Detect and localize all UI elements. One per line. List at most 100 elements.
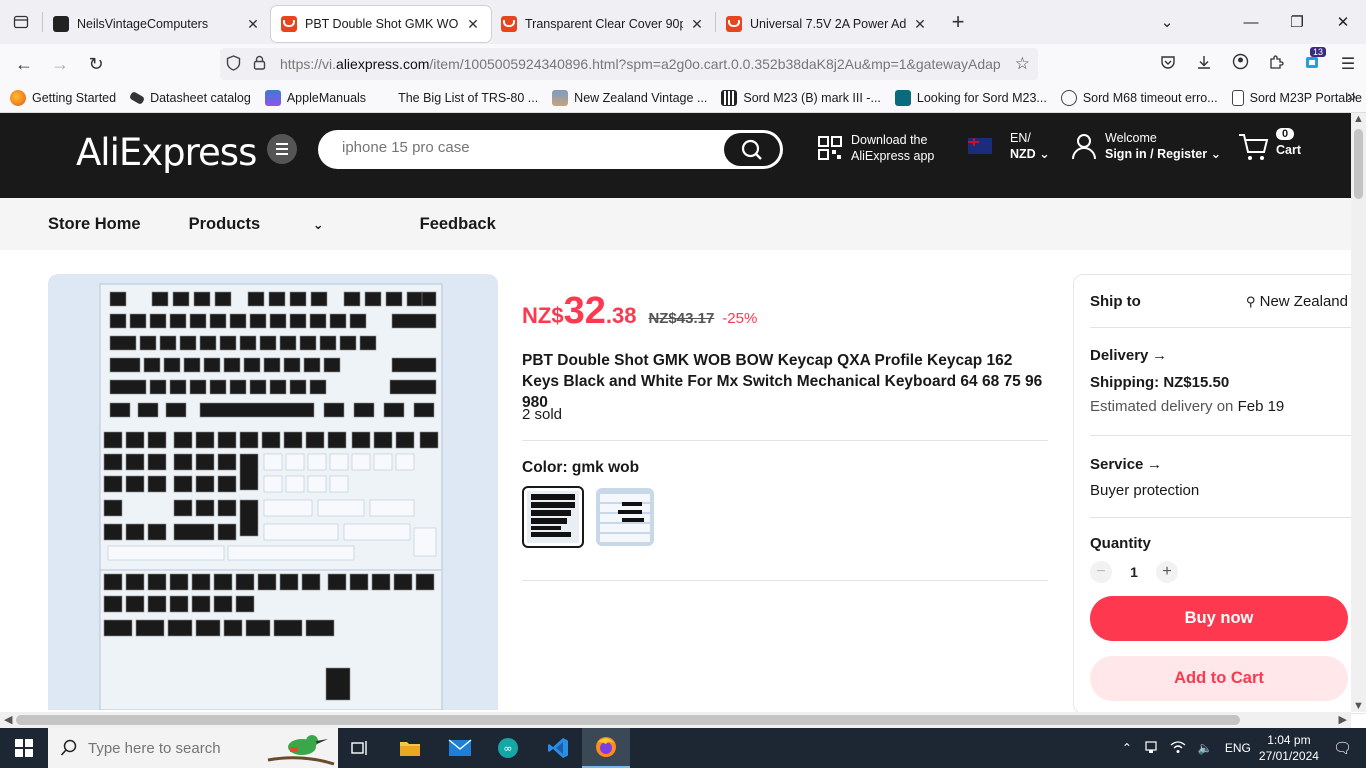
network-icon[interactable]	[1144, 740, 1158, 757]
color-swatch-gmk-wob[interactable]	[522, 486, 584, 548]
account-menu[interactable]: Welcome Sign in / Register ⌄	[1070, 130, 1221, 162]
arrow-right-icon: →	[1147, 456, 1163, 473]
minimize-icon[interactable]: —	[1228, 0, 1274, 44]
mail-icon[interactable]	[436, 728, 484, 768]
bookmark-sord-m23p[interactable]: Sord M23P Portable C...	[1231, 90, 1366, 106]
volume-icon[interactable]: 🔈	[1198, 741, 1213, 755]
bird-illustration-icon	[267, 735, 335, 766]
new-tab-icon[interactable]: +	[938, 9, 978, 35]
restore-icon[interactable]: ❐	[1274, 0, 1320, 44]
bookmarks-overflow-icon[interactable]: »	[1347, 88, 1356, 106]
scroll-right-icon[interactable]: ▶	[1339, 713, 1347, 726]
pocket-icon[interactable]	[1150, 54, 1186, 75]
firefox-taskbar-icon[interactable]	[582, 728, 630, 768]
search-box	[318, 130, 783, 169]
input-language[interactable]: ENG	[1225, 741, 1251, 755]
close-tab-icon[interactable]: ✕	[912, 16, 928, 33]
task-view-icon[interactable]	[336, 728, 384, 768]
download-app-link[interactable]: Download the AliExpress app	[818, 132, 934, 164]
bookmark-applemanuals[interactable]: AppleManuals	[264, 90, 366, 106]
scroll-down-icon[interactable]: ▼	[1353, 700, 1364, 712]
scroll-left-icon[interactable]: ◀	[4, 713, 12, 726]
hamburger-menu-icon[interactable]: ☰	[1330, 54, 1366, 74]
forward-arrow-icon[interactable]: →	[42, 48, 78, 80]
feedback-link[interactable]: Feedback	[420, 215, 496, 234]
windows-start-icon[interactable]	[0, 728, 48, 768]
product-image[interactable]	[48, 274, 498, 710]
arduino-icon[interactable]: ∞	[484, 728, 532, 768]
bookmark-looking-for-sord[interactable]: Looking for Sord M23...	[894, 90, 1047, 106]
notification-icon[interactable]: 🗨	[1333, 739, 1352, 757]
back-arrow-icon[interactable]: ←	[6, 48, 42, 80]
bookmark-star-icon[interactable]: ☆	[1015, 54, 1030, 74]
wifi-icon[interactable]	[1170, 740, 1186, 757]
clock-time: 1:04 pm	[1267, 733, 1311, 747]
account-icon[interactable]	[1222, 53, 1258, 75]
horizontal-scrollbar[interactable]: ◀ ▶	[0, 712, 1351, 728]
minus-icon[interactable]: −	[1090, 561, 1112, 583]
vertical-scrollbar[interactable]: ▲ ▼	[1351, 113, 1366, 712]
signin-link[interactable]: Sign in / Register	[1105, 147, 1207, 161]
url-text[interactable]: https://vi.aliexpress.com/item/100500592…	[280, 56, 1000, 72]
close-tab-icon[interactable]: ✕	[689, 16, 705, 33]
store-home-link[interactable]: Store Home	[48, 215, 141, 234]
taskbar-search[interactable]	[48, 728, 338, 768]
clock[interactable]: 1:04 pm 27/01/2024	[1259, 732, 1319, 764]
add-to-cart-button[interactable]: Add to Cart	[1090, 656, 1348, 701]
address-bar[interactable]: https://vi.aliexpress.com/item/100500592…	[220, 48, 1038, 80]
language-currency-selector[interactable]: EN/ NZD ⌄	[968, 130, 1050, 162]
search-button[interactable]	[724, 133, 780, 166]
search-input[interactable]	[342, 139, 722, 156]
tab-list-icon[interactable]	[0, 0, 42, 44]
tab-transparent-cover[interactable]: Transparent Clear Cover 90pcs\ ✕	[491, 6, 715, 42]
windows-taskbar: ∞ ⌃ 🔈 ENG 1:04 pm 27/01/2024 🗨	[0, 728, 1366, 768]
archive-icon	[721, 90, 738, 106]
tab-overflow-chevron-icon[interactable]: ⌄	[1144, 0, 1190, 44]
delivery-row[interactable]: Delivery →	[1090, 347, 1348, 364]
price-block: NZ$ 32 .38 NZ$43.17 -25%	[522, 290, 757, 333]
location-pin-icon: ⚲	[1245, 294, 1256, 309]
estimated-delivery: Estimated delivery on Feb 19	[1090, 398, 1348, 415]
scrollbar-thumb[interactable]	[16, 715, 1240, 725]
service-row[interactable]: Service →	[1090, 456, 1348, 473]
color-swatch-gmk-bow[interactable]	[596, 488, 654, 546]
extension-badge-icon[interactable]: 13	[1294, 46, 1330, 75]
cart-link[interactable]: 0 Cart	[1238, 128, 1301, 162]
close-window-icon[interactable]: ✕	[1320, 0, 1366, 44]
bookmark-nz-vintage[interactable]: New Zealand Vintage ...	[552, 90, 707, 106]
plus-icon[interactable]: +	[1156, 561, 1178, 583]
bookmark-datasheet-catalog[interactable]: Datasheet catalog	[129, 91, 251, 105]
estimated-prefix: Estimated delivery on	[1090, 398, 1238, 415]
bookmark-sord-m23b[interactable]: Sord M23 (B) mark III -...	[721, 90, 881, 106]
shield-icon[interactable]	[220, 54, 246, 74]
products-menu[interactable]: Products ⌄	[189, 215, 372, 234]
close-tab-icon[interactable]: ✕	[465, 16, 481, 33]
reload-icon[interactable]: ↻	[78, 48, 114, 80]
bookmark-sord-m68[interactable]: Sord M68 timeout erro...	[1060, 90, 1218, 106]
scrollbar-thumb[interactable]	[1354, 129, 1363, 199]
vscode-icon[interactable]	[534, 728, 582, 768]
download-icon[interactable]	[1186, 54, 1222, 75]
file-explorer-icon[interactable]	[386, 728, 434, 768]
lock-icon[interactable]	[246, 55, 272, 73]
ship-to-row[interactable]: Ship to ⚲ New Zealand	[1090, 293, 1348, 310]
category-menu-icon[interactable]	[267, 134, 297, 164]
tab-neils-vintage[interactable]: NeilsVintageComputers ✕	[43, 6, 271, 42]
close-tab-icon[interactable]: ✕	[245, 16, 261, 33]
aliexpress-logo[interactable]: AliExpress	[76, 131, 257, 174]
tab-power-adapter[interactable]: Universal 7.5V 2A Power Adapte ✕	[716, 6, 938, 42]
ship-to-label: Ship to	[1090, 293, 1141, 310]
extensions-puzzle-icon[interactable]	[1258, 54, 1294, 75]
bookmark-getting-started[interactable]: Getting Started	[10, 90, 116, 106]
tray-chevron-up-icon[interactable]: ⌃	[1122, 741, 1132, 755]
bookmark-trs80[interactable]: The Big List of TRS-80 ...	[398, 91, 538, 105]
scroll-up-icon[interactable]: ▲	[1353, 113, 1364, 125]
buy-now-button[interactable]: Buy now	[1090, 596, 1348, 641]
tab-pbt-keycap[interactable]: PBT Double Shot GMK WOB BOW ✕	[271, 6, 491, 42]
quantity-value[interactable]: 1	[1112, 564, 1156, 580]
taskbar-search-input[interactable]	[88, 739, 268, 757]
ship-to-country: New Zealand	[1259, 293, 1348, 310]
site-header: AliExpress Download the AliExpress app E…	[0, 113, 1351, 198]
user-icon	[1072, 134, 1096, 160]
cart-label: Cart	[1276, 143, 1302, 157]
